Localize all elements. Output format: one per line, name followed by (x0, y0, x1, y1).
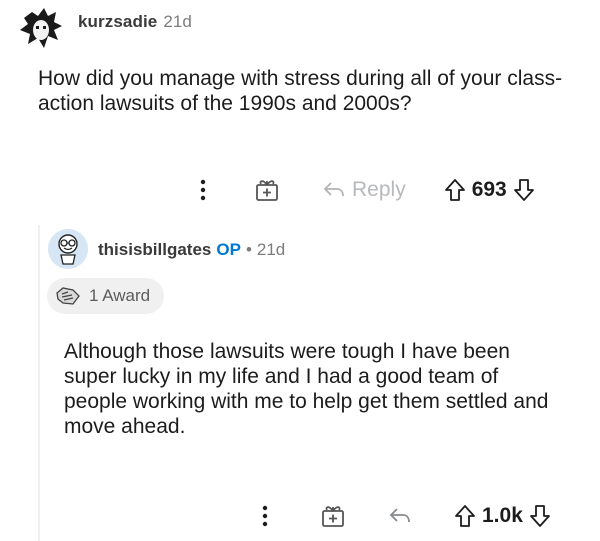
username[interactable]: thisisbillgates (98, 240, 211, 259)
reply-label: Reply (352, 178, 406, 201)
upvote-icon[interactable] (454, 504, 476, 528)
upvote-icon[interactable] (444, 178, 466, 202)
username[interactable]: kurzsadie (78, 12, 157, 31)
reply-body: Although those lawsuits were tough I hav… (64, 340, 549, 438)
comment-header: kurzsadie 21d (78, 12, 192, 32)
downvote-icon[interactable] (529, 504, 551, 528)
op-badge: OP (216, 240, 241, 259)
award-chip[interactable]: 1 Award (47, 278, 165, 314)
more-options-icon[interactable] (254, 505, 276, 527)
separator-dot: • (245, 240, 252, 259)
award-label: 1 Award (89, 286, 151, 305)
vote-count: 693 (471, 178, 507, 201)
more-options-icon[interactable] (192, 179, 214, 201)
comment-actions: Reply 693 (192, 174, 535, 206)
gift-award-icon[interactable] (318, 503, 348, 529)
award-icon (56, 287, 80, 305)
reply-arrow-icon[interactable] (388, 506, 412, 526)
vote-count: 1.0k (482, 504, 523, 527)
avatar[interactable] (18, 4, 64, 50)
timestamp: 21d (163, 12, 192, 31)
downvote-icon[interactable] (513, 178, 535, 202)
avatar[interactable] (48, 229, 88, 269)
gift-award-icon[interactable] (252, 177, 282, 203)
reply-header: thisisbillgates OP • 21d (98, 240, 285, 260)
reply-actions: 1.0k (254, 500, 551, 532)
timestamp: 21d (256, 240, 286, 259)
reply-arrow-icon (323, 182, 344, 197)
reply-button[interactable]: Reply (322, 178, 406, 202)
thread-line[interactable] (38, 225, 40, 541)
comment-body: How did you manage with stress during al… (38, 67, 563, 115)
